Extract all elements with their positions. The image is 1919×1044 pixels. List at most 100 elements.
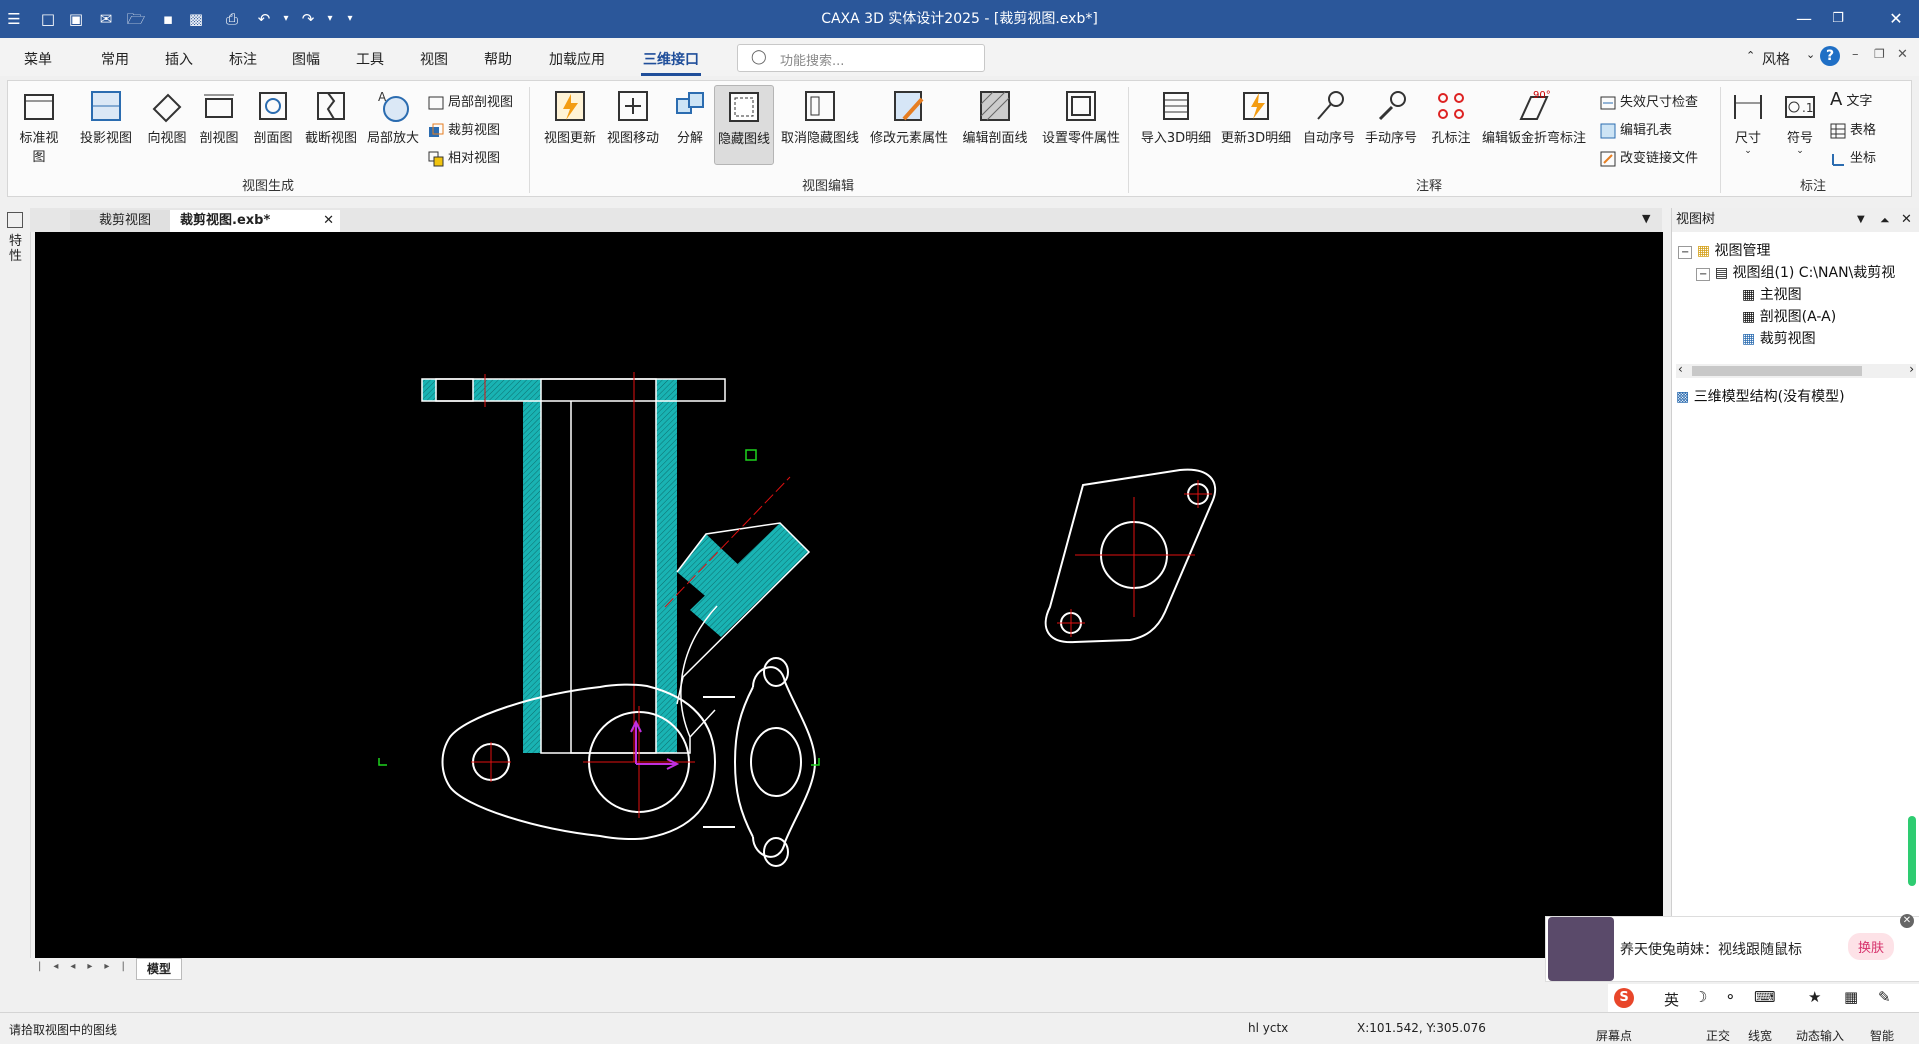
feature-search[interactable]: ◯ 功能搜索... [737,44,985,72]
scroll-left-icon[interactable]: ‹ [1678,362,1683,376]
explode-button[interactable]: 分解 [668,89,712,146]
symbol-button[interactable]: .1 符号 ⌄ [1778,89,1822,156]
edit-hatch-button[interactable]: 编辑剖面线 [958,89,1032,146]
update-3d-bom-label: 更新3D明细 [1220,131,1292,146]
tree-hscroll[interactable]: ‹ › [1676,362,1916,378]
tree-item-section-view[interactable]: ▦ 剖视图(A-A) [1742,306,1836,326]
collapse-icon[interactable]: − [1696,268,1711,281]
menu-main[interactable]: 菜单 [24,49,52,69]
doc-close-icon[interactable]: ✕ [1897,47,1908,62]
cross-section-button[interactable]: 剖面图 [250,89,296,146]
panel-dropdown-icon[interactable]: ▼ [1857,208,1865,232]
drawing-svg[interactable] [35,232,1663,958]
hole-callout-button[interactable]: 孔标注 [1426,89,1476,146]
tab-crop-view[interactable]: 裁剪视图 [70,210,180,232]
dimension-button[interactable]: 尺寸 ⌄ [1726,89,1770,156]
tree-item-crop-view[interactable]: ▦ 裁剪视图 [1742,328,1816,348]
status-linewidth[interactable]: 线宽 [1748,1027,1772,1044]
change-link-file-button[interactable]: 改变链接文件 [1600,147,1698,167]
menu-addins[interactable]: 加载应用 [549,49,605,69]
maximize-icon[interactable]: ❐ [1815,0,1861,38]
status-dynamic-input[interactable]: 动态输入 [1796,1027,1844,1044]
menu-frame[interactable]: 图幅 [292,49,320,69]
doc-restore-icon[interactable]: ❐ [1874,47,1885,61]
status-ortho[interactable]: 正交 [1706,1027,1730,1044]
properties-tab[interactable]: 特性 [9,234,23,264]
tree-model-structure[interactable]: ▩ 三维模型结构(没有模型) [1676,386,1845,406]
hide-lines-button[interactable]: 隐藏图线 [714,85,774,165]
mic-icon[interactable]: ⚬ [1724,988,1737,1006]
status-smart[interactable]: 智能 [1870,1027,1894,1044]
section-view-button[interactable]: 剖视图 [196,89,242,146]
panel-close-icon[interactable]: ✕ [1901,208,1912,232]
properties-panel-icon[interactable] [7,212,23,228]
import-3d-bom-button[interactable]: 导入3D明细 [1138,89,1214,146]
doc-minimize-icon[interactable]: – [1852,47,1859,62]
view-update-button[interactable]: 视图更新 [541,89,599,146]
menu-view[interactable]: 视图 [420,49,448,69]
symbol-dropdown-icon[interactable]: ⌄ [1778,146,1822,156]
group-view-edit: 视图编辑 [802,179,855,194]
ime-lang[interactable]: 英 [1664,989,1679,1010]
scroll-right-icon[interactable]: › [1909,362,1914,376]
detail-view-button[interactable]: A 局部放大 [364,89,422,146]
ime-logo-icon[interactable]: S [1614,988,1634,1008]
auto-balloon-button[interactable]: 自动序号 [1300,89,1358,146]
style-dropdown-icon[interactable]: ⌄ [1806,48,1815,61]
tools-icon[interactable]: ✎ [1878,988,1891,1006]
tab-nav-arrows[interactable]: |◂◂▸▸| [38,961,137,972]
tree-root[interactable]: − ▦ 视图管理 [1678,240,1771,260]
section-view[interactable] [421,372,811,762]
crop-view-button[interactable]: 裁剪视图 [428,119,500,139]
view-tree-header: 视图树 ▼ ⏶ ✕ [1672,208,1919,232]
update-3d-bom-button[interactable]: 更新3D明细 [1218,89,1294,146]
close-tab-icon[interactable]: ✕ [323,210,334,232]
direction-view-button[interactable]: 向视图 [144,89,190,146]
tree-view-group[interactable]: − ▤ 视图组(1) C:\NAN\裁剪视 [1696,262,1895,282]
menu-annotate[interactable]: 标注 [229,49,257,69]
invalid-dim-check-button[interactable]: 失效尺寸检查 [1600,91,1698,111]
tree-item-main-view[interactable]: ▦ 主视图 [1742,284,1802,304]
relative-view-button[interactable]: 相对视图 [428,147,500,167]
edit-hole-table-button[interactable]: 编辑孔表 [1600,119,1672,139]
scroll-thumb[interactable] [1692,366,1862,376]
collapse-ribbon-icon[interactable]: ⌃ [1746,49,1755,62]
manual-balloon-button[interactable]: 手动序号 [1362,89,1420,146]
local-section-button[interactable]: 局部剖视图 [428,91,513,111]
menu-insert[interactable]: 插入 [165,49,193,69]
dimension-dropdown-icon[interactable]: ⌄ [1726,146,1770,156]
text-button[interactable]: A 文字 [1830,89,1872,110]
table-button[interactable]: 表格 [1830,119,1876,139]
part-props-button[interactable]: 设置零件属性 [1038,89,1124,146]
punctuation-icon[interactable]: ☽ [1694,988,1707,1006]
skin-icon[interactable]: ★ [1808,988,1821,1006]
crop-view[interactable] [1044,468,1217,644]
menu-common[interactable]: 常用 [101,49,129,69]
standard-view-button[interactable]: 标准视图 [14,89,64,165]
coordinate-button[interactable]: 坐标 [1830,147,1876,167]
menu-tools[interactable]: 工具 [356,49,384,69]
tabs-dropdown-icon[interactable]: ▼ [1642,212,1650,225]
menu-help[interactable]: 帮助 [484,49,512,69]
tab-crop-view-exb[interactable]: 裁剪视图.exb* ✕ [170,210,340,232]
pin-icon[interactable]: ⏶ [1880,208,1890,232]
change-skin-button[interactable]: 换肤 [1848,933,1895,960]
menu-3d-interface[interactable]: 三维接口 [641,49,701,76]
projection-view-button[interactable]: 投影视图 [78,89,134,146]
model-tab[interactable]: 模型 [136,958,183,980]
popup-close-icon[interactable]: ✕ [1900,914,1914,928]
close-icon[interactable]: ✕ [1873,0,1919,38]
view-group-icon: ▤ [1714,265,1729,281]
style-label[interactable]: 风格 [1762,49,1790,69]
keyboard-icon[interactable]: ⌨ [1754,988,1776,1006]
broken-view-button[interactable]: 截断视图 [302,89,360,146]
collapse-icon[interactable]: − [1678,246,1693,259]
drawing-canvas[interactable] [35,232,1663,958]
help-icon[interactable]: ? [1820,46,1840,66]
grid-icon[interactable]: ▦ [1844,988,1858,1006]
view-move-button[interactable]: 视图移动 [604,89,662,146]
unhide-lines-button[interactable]: 取消隐藏图线 [778,89,862,146]
sheetmetal-bend-button[interactable]: 90° 编辑钣金折弯标注 [1474,89,1594,146]
status-screen-point[interactable]: 屏幕点 [1596,1027,1632,1044]
modify-element-props-button[interactable]: 修改元素属性 [866,89,952,146]
